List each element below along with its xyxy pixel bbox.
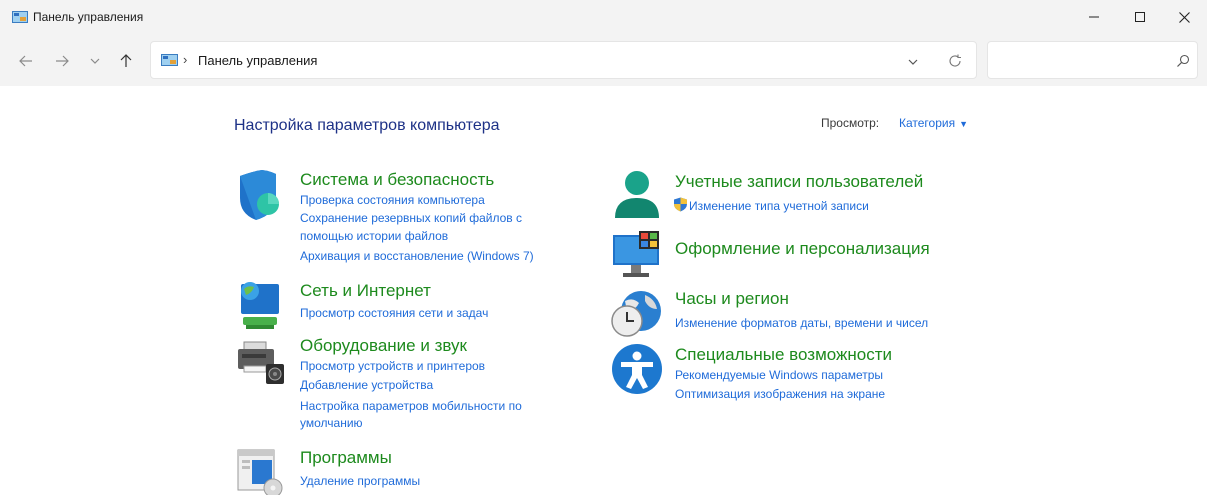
category-title-appearance-personalization[interactable]: Оформление и персонализация: [675, 239, 930, 259]
minimize-icon: [1089, 16, 1099, 18]
address-dropdown-button[interactable]: [905, 54, 921, 70]
view-by-value: Категория: [899, 116, 956, 130]
category-title-accessibility[interactable]: Специальные возможности: [675, 345, 892, 365]
up-button[interactable]: [115, 50, 137, 72]
title-bar: Панель управления: [0, 0, 1207, 34]
category-network-internet: Сеть и Интернет Просмотр состояния сети …: [236, 281, 596, 331]
refresh-button[interactable]: [947, 53, 963, 69]
back-button[interactable]: [15, 50, 37, 72]
search-field[interactable]: [987, 41, 1198, 79]
link-mobility-settings-line2[interactable]: умолчанию: [300, 416, 363, 430]
link-backup-restore[interactable]: Архивация и восстановление (Windows 7): [300, 249, 534, 263]
category-programs: Программы Удаление программы: [236, 448, 596, 495]
control-panel-icon: [161, 54, 178, 66]
arrow-left-icon: [19, 55, 32, 67]
accessibility-icon: [612, 344, 662, 394]
view-by-dropdown[interactable]: Категория ▼: [899, 116, 968, 130]
user-icon: [615, 171, 659, 218]
minimize-button[interactable]: [1071, 0, 1117, 34]
close-button[interactable]: [1161, 0, 1207, 34]
navigation-bar: › Панель управления: [0, 34, 1207, 86]
link-check-computer-status[interactable]: Проверка состояния компьютера: [300, 193, 485, 207]
link-optimize-visual-display[interactable]: Оптимизация изображения на экране: [675, 387, 885, 401]
printer-icon: [238, 341, 284, 384]
chevron-down-icon: [908, 59, 918, 65]
link-mobility-settings-line1[interactable]: Настройка параметров мобильности по: [300, 399, 522, 413]
category-title-network-internet[interactable]: Сеть и Интернет: [300, 281, 431, 301]
forward-button[interactable]: [51, 50, 73, 72]
breadcrumb-separator: ›: [183, 52, 188, 67]
maximize-icon: [1135, 12, 1145, 22]
search-icon: [1177, 54, 1190, 67]
category-title-system-security[interactable]: Система и безопасность: [300, 170, 494, 190]
category-system-security: Система и безопасность Проверка состояни…: [236, 170, 596, 270]
category-title-clock-region[interactable]: Часы и регион: [675, 289, 789, 309]
programs-icon: [237, 449, 283, 495]
window-title: Панель управления: [33, 10, 144, 24]
category-appearance-personalization: Оформление и персонализация: [611, 229, 1011, 279]
link-change-date-time-formats[interactable]: Изменение форматов даты, времени и чисел: [675, 316, 928, 330]
refresh-icon: [949, 54, 961, 67]
view-by-label: Просмотр:: [821, 116, 880, 130]
arrow-up-icon: [120, 54, 132, 67]
network-icon: [241, 282, 279, 329]
category-clock-region: Часы и регион Изменение форматов даты, в…: [611, 287, 1011, 337]
recent-locations-button[interactable]: [84, 50, 106, 72]
breadcrumb-control-panel[interactable]: Панель управления: [198, 53, 317, 68]
uac-shield-icon: [674, 197, 687, 212]
caret-down-icon: ▼: [959, 119, 969, 129]
category-accessibility: Специальные возможности Рекомендуемые Wi…: [611, 344, 1011, 405]
category-user-accounts: Учетные записи пользователей Изменение т…: [611, 170, 1011, 220]
monitor-icon: [613, 231, 659, 277]
maximize-button[interactable]: [1117, 0, 1163, 34]
link-add-device[interactable]: Добавление устройства: [300, 378, 433, 392]
link-change-account-type[interactable]: Изменение типа учетной записи: [689, 199, 869, 213]
chevron-down-icon: [90, 58, 100, 64]
address-bar[interactable]: › Панель управления: [150, 41, 977, 79]
link-devices-printers[interactable]: Просмотр устройств и принтеров: [300, 359, 485, 373]
close-icon: [1178, 11, 1190, 23]
link-network-status[interactable]: Просмотр состояния сети и задач: [300, 306, 488, 320]
link-uninstall-program[interactable]: Удаление программы: [300, 474, 420, 488]
link-recommended-settings[interactable]: Рекомендуемые Windows параметры: [675, 368, 883, 382]
category-title-user-accounts[interactable]: Учетные записи пользователей: [675, 172, 923, 192]
page-title: Настройка параметров компьютера: [234, 117, 500, 134]
search-input[interactable]: [996, 50, 1166, 70]
control-panel-icon: [12, 11, 28, 23]
link-file-history-line2[interactable]: помощью истории файлов: [300, 229, 448, 243]
shield-icon: [240, 170, 279, 220]
link-file-history-line1[interactable]: Сохранение резервных копий файлов с: [300, 211, 522, 225]
category-hardware-sound: Оборудование и звук Просмотр устройств и…: [236, 336, 596, 436]
category-title-programs[interactable]: Программы: [300, 448, 392, 468]
category-title-hardware-sound[interactable]: Оборудование и звук: [300, 336, 467, 356]
clock-globe-icon: [611, 291, 661, 337]
arrow-right-icon: [56, 55, 69, 67]
